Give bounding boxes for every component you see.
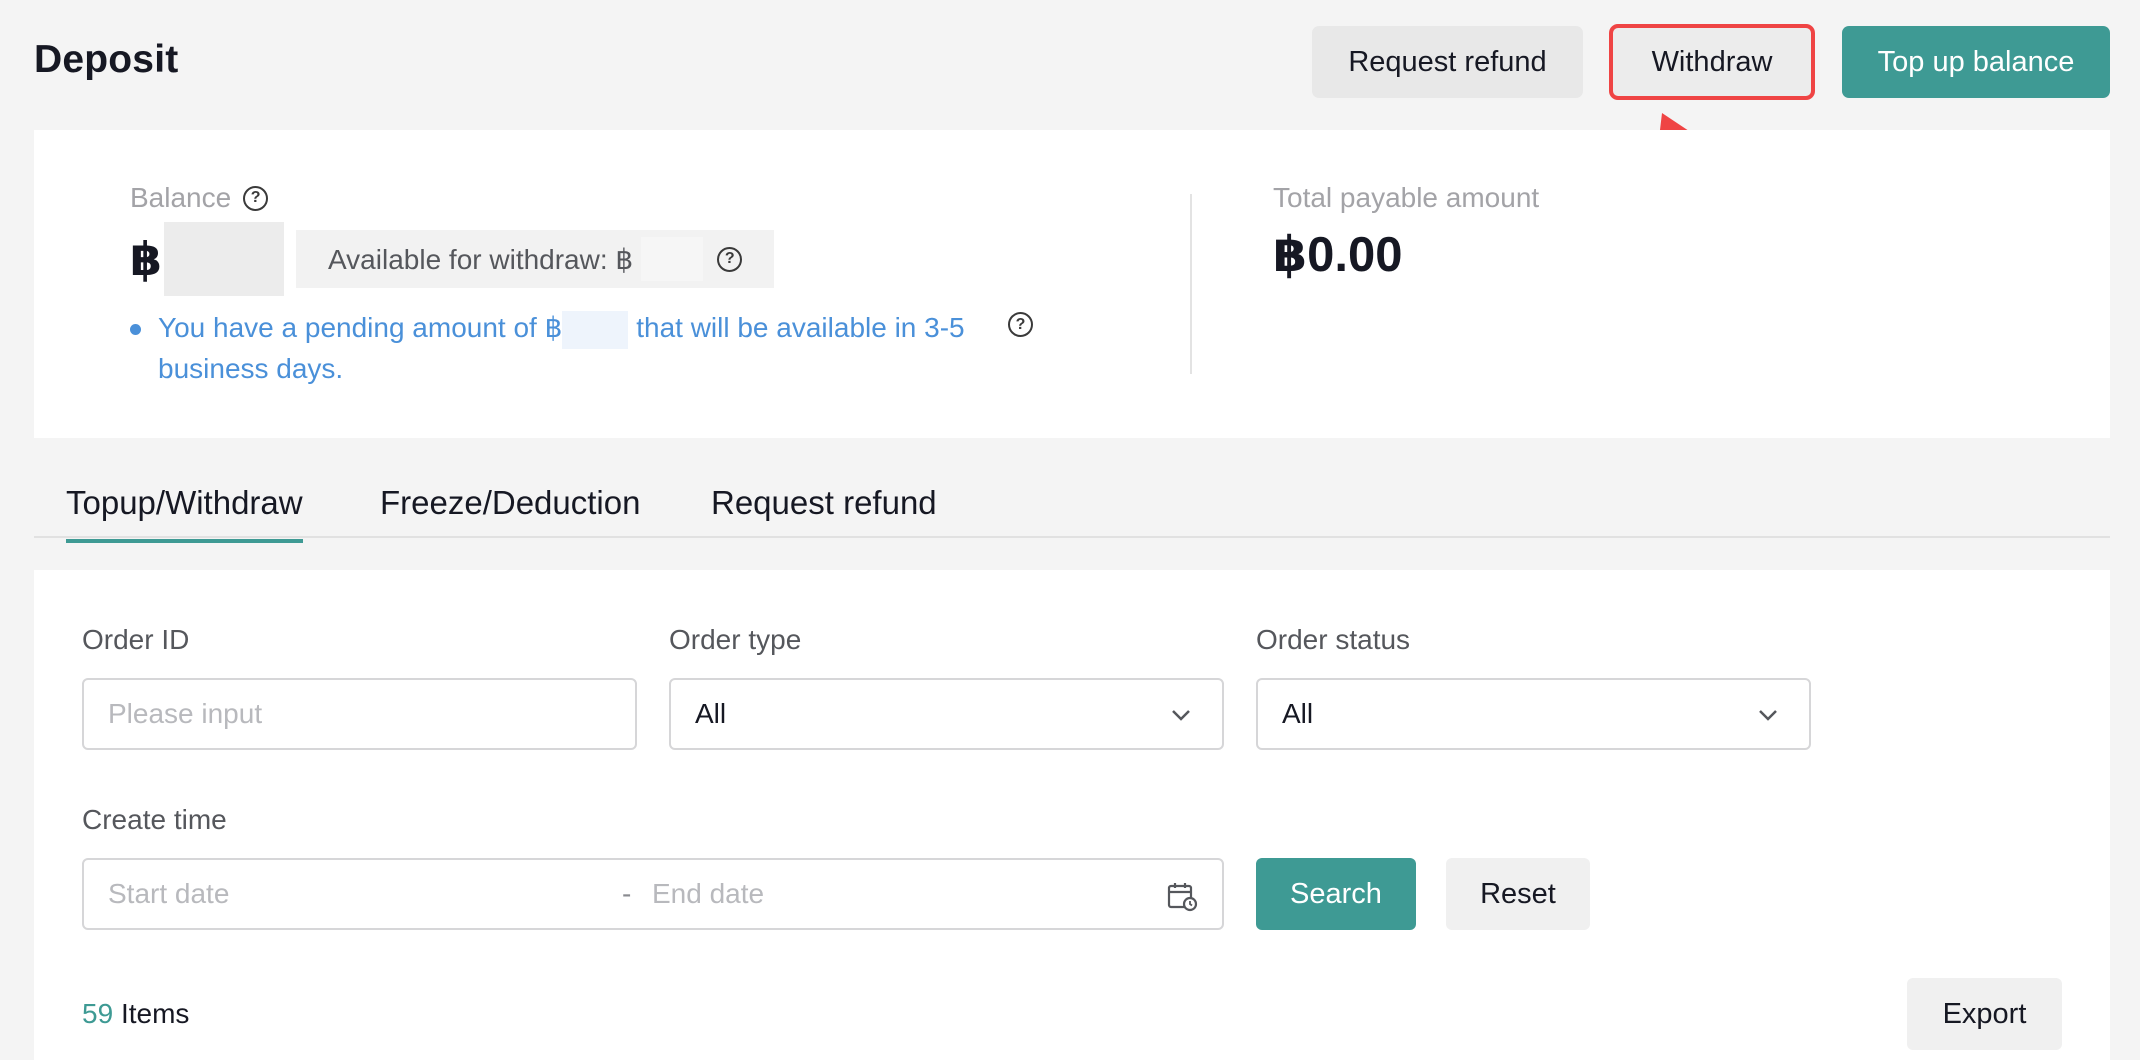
items-count-suffix: Items (120, 998, 190, 1029)
pending-amount-notice: You have a pending amount of ฿ that will… (130, 308, 1030, 389)
order-type-label: Order type (669, 624, 802, 655)
help-circle-icon[interactable]: ? (1008, 312, 1033, 337)
balance-currency: ฿ (130, 233, 163, 285)
order-status-label: Order status (1256, 624, 1411, 655)
export-button[interactable]: Export (1907, 978, 2062, 1050)
date-separator: - (622, 878, 632, 909)
total-payable-value: ฿0.00 (1273, 228, 1403, 282)
top-up-balance-button[interactable]: Top up balance (1842, 26, 2110, 98)
order-id-label: Order ID (82, 624, 190, 655)
vertical-divider (1190, 194, 1192, 374)
order-id-placeholder: Please input (108, 698, 263, 729)
create-time-label: Create time (82, 804, 227, 835)
request-refund-button[interactable]: Request refund (1312, 26, 1583, 98)
items-count-number: 59 (82, 998, 114, 1029)
pending-prefix: You have a pending amount of ฿ (158, 312, 563, 343)
filter-panel: Order ID Please input Order type All Ord… (34, 570, 2110, 1060)
pending-amount-redacted (562, 310, 629, 349)
help-circle-icon[interactable]: ? (717, 246, 743, 272)
chevron-down-icon (1759, 710, 1777, 721)
bullet-dot-icon (130, 324, 141, 335)
available-amount-redacted (641, 237, 704, 281)
tab-bar: Topup/Withdraw Freeze/Deduction Request … (34, 470, 2110, 543)
calendar-icon[interactable] (1166, 880, 1198, 912)
page-title: Deposit (34, 38, 179, 81)
end-date-placeholder[interactable]: End date (652, 878, 764, 910)
balance-label-row: Balance ? (130, 182, 269, 214)
total-payable-label: Total payable amount (1273, 182, 1540, 213)
order-status-value: All (1282, 698, 1314, 729)
create-time-range-picker[interactable]: Start date - End date (82, 858, 1224, 930)
order-type-select[interactable]: All (669, 678, 1224, 750)
balance-amount-row: ฿ Available for withdraw: ฿ ? (130, 222, 775, 296)
chevron-down-icon (1172, 710, 1190, 721)
search-button[interactable]: Search (1256, 858, 1416, 930)
balance-card: Balance ? ฿ Available for withdraw: ฿ ? … (34, 130, 2110, 438)
tab-freeze-deduction[interactable]: Freeze/Deduction (380, 484, 640, 522)
balance-amount-redacted (164, 222, 285, 296)
available-for-withdraw-label: Available for withdraw: ฿ (328, 243, 634, 275)
withdraw-button[interactable]: Withdraw (1609, 24, 1815, 100)
balance-label: Balance (130, 182, 232, 213)
tab-request-refund[interactable]: Request refund (711, 484, 937, 522)
start-date-placeholder[interactable]: Start date (108, 878, 229, 910)
order-id-input[interactable]: Please input (82, 678, 637, 750)
order-type-value: All (695, 698, 727, 729)
help-circle-icon[interactable]: ? (243, 185, 269, 211)
tab-topup-withdraw[interactable]: Topup/Withdraw (66, 484, 303, 543)
items-count: 59 Items (82, 998, 189, 1030)
order-status-select[interactable]: All (1256, 678, 1811, 750)
reset-button[interactable]: Reset (1446, 858, 1590, 930)
available-for-withdraw-box: Available for withdraw: ฿ ? (296, 230, 775, 288)
